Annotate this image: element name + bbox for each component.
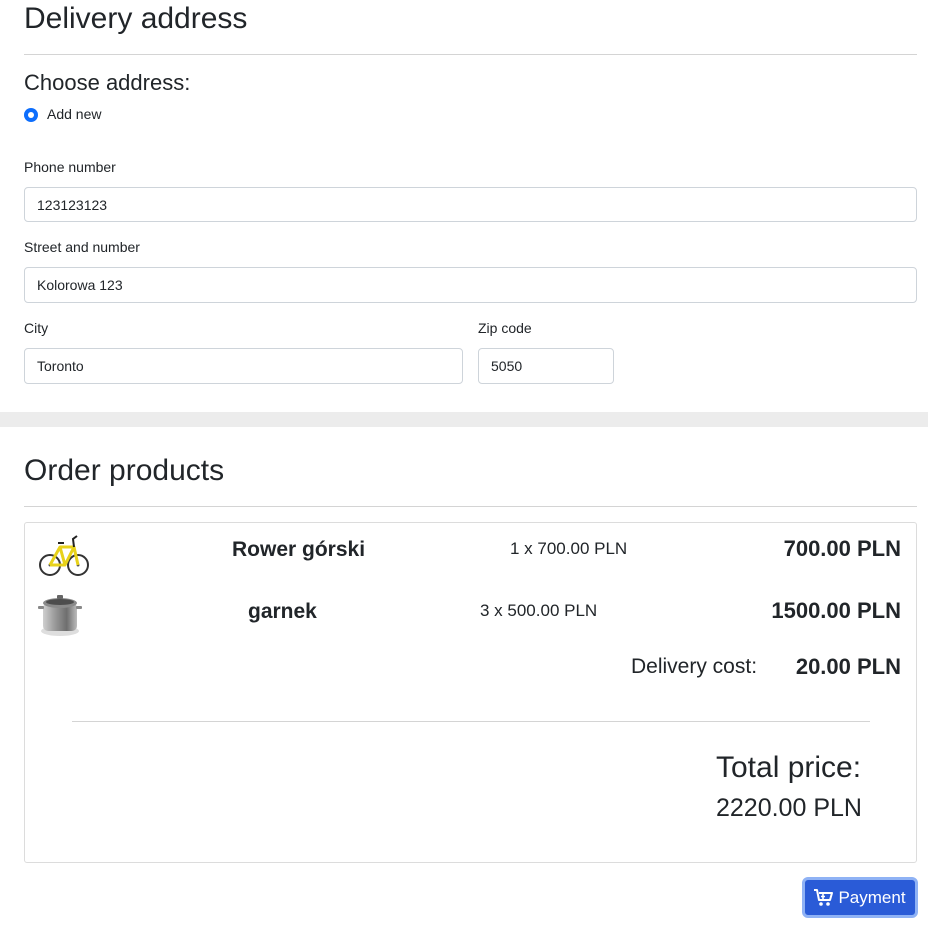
zip-input[interactable]: 5050: [478, 348, 614, 384]
payment-button[interactable]: Payment: [802, 877, 918, 918]
total-price-label: Total price:: [716, 751, 862, 784]
product-price: 700.00 PLN: [783, 536, 901, 561]
product-qty: 1 x 700.00 PLN: [510, 539, 628, 558]
radio-add-new-label[interactable]: Add new: [47, 106, 101, 122]
order-card: Rower górski 1 x 700.00 PLN 700.00 PLN g…: [24, 522, 917, 863]
payment-button-label: Payment: [838, 887, 906, 907]
product-price: 1500.00 PLN: [771, 598, 901, 623]
divider: [24, 54, 917, 55]
phone-input-value: 123123123: [37, 196, 108, 213]
radio-add-new[interactable]: [24, 108, 38, 122]
order-title: Order products: [24, 454, 225, 487]
divider: [24, 506, 917, 507]
phone-input[interactable]: 123123123: [24, 187, 917, 222]
total-price-value: 2220.00 PLN: [716, 794, 862, 822]
product-name: garnek: [248, 600, 317, 623]
city-input-value: Toronto: [37, 358, 84, 374]
city-label: City: [24, 320, 49, 336]
cooking-pot-icon: [38, 595, 82, 636]
street-label: Street and number: [24, 239, 140, 255]
zip-label: Zip code: [478, 320, 532, 336]
zip-input-value: 5050: [491, 358, 523, 374]
street-input-value: Kolorowa 123: [37, 277, 123, 293]
cart-icon: [814, 888, 834, 906]
product-qty: 3 x 500.00 PLN: [480, 601, 598, 620]
product-name: Rower górski: [232, 538, 366, 561]
street-input[interactable]: Kolorowa 123: [24, 267, 917, 303]
phone-label: Phone number: [24, 159, 116, 175]
choose-address-label: Choose address:: [24, 70, 191, 95]
divider: [72, 721, 870, 722]
delivery-title: Delivery address: [24, 2, 248, 35]
delivery-cost-label: Delivery cost:: [631, 655, 758, 678]
section-separator: [0, 412, 928, 427]
delivery-cost-value: 20.00 PLN: [795, 654, 901, 679]
bicycle-icon: [39, 535, 89, 576]
city-input[interactable]: Toronto: [24, 348, 463, 384]
